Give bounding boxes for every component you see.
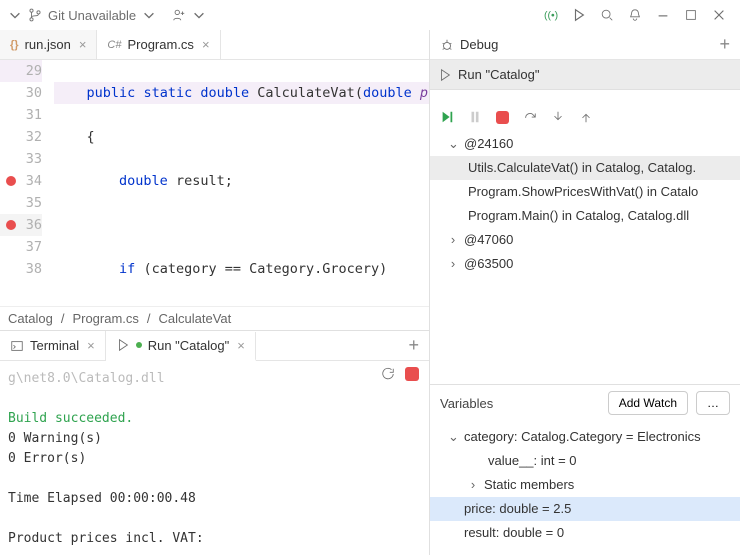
rerun-icon[interactable]: [381, 367, 395, 381]
stack-frame[interactable]: Program.Main() in Catalog, Catalog.dll: [430, 204, 740, 228]
variables-panel: ⌄category: Catalog.Category = Electronic…: [430, 421, 740, 555]
var-row[interactable]: ⌄category: Catalog.Category = Electronic…: [430, 425, 740, 449]
editor-tabs: {} run.json × C# Program.cs ×: [0, 30, 429, 60]
var-row[interactable]: price: double = 2.5: [430, 497, 740, 521]
breakpoint-icon[interactable]: [6, 220, 16, 230]
add-tab-button[interactable]: +: [709, 34, 740, 55]
tab-label: Program.cs: [127, 37, 193, 52]
step-into-icon[interactable]: [551, 110, 565, 124]
debug-run-config[interactable]: Run "Catalog": [430, 60, 740, 90]
run-icon: [438, 68, 452, 82]
tab-debug[interactable]: Debug: [430, 30, 508, 59]
svg-text:((•)): ((•)): [544, 10, 558, 22]
terminal-output[interactable]: g\net8.0\Catalog.dll Build succeeded. 0 …: [0, 361, 429, 555]
git-status-label: Git Unavailable: [48, 8, 136, 23]
close-icon[interactable]: ×: [202, 37, 210, 52]
add-tab-button[interactable]: +: [398, 335, 429, 356]
debug-toolbar: [430, 102, 740, 132]
close-icon[interactable]: [712, 8, 726, 22]
close-icon[interactable]: ×: [79, 37, 87, 52]
debug-tabs: Debug +: [430, 30, 740, 60]
code-area[interactable]: public static double CalculateVat(double…: [50, 60, 429, 306]
debug-icon: [440, 38, 454, 52]
terminal-icon: [10, 339, 24, 353]
chevron-down-icon[interactable]: [142, 8, 156, 22]
breakpoint-icon[interactable]: [6, 176, 16, 186]
git-branch-icon[interactable]: [28, 8, 42, 22]
code-editor[interactable]: 29 30 31 32 33 34 35 36 37 38 public sta…: [0, 60, 429, 306]
variables-header: Variables Add Watch …: [430, 384, 740, 421]
json-icon: {}: [10, 39, 19, 51]
add-user-icon[interactable]: [172, 8, 186, 22]
resume-button[interactable]: [440, 110, 454, 124]
var-row[interactable]: result: double = 0: [430, 521, 740, 545]
thread-group[interactable]: ⌄@24160: [430, 132, 740, 156]
stop-button[interactable]: [405, 367, 419, 381]
threads-panel: ⌄@24160 Utils.CalculateVat() in Catalog,…: [430, 132, 740, 286]
var-row[interactable]: value__: int = 0: [430, 449, 740, 473]
tab-program-cs[interactable]: C# Program.cs ×: [97, 30, 220, 59]
running-dot-icon: [136, 342, 142, 348]
step-out-icon[interactable]: [579, 110, 593, 124]
thread-group[interactable]: ›@47060: [430, 228, 740, 252]
gutter: 29 30 31 32 33 34 35 36 37 38: [0, 60, 50, 306]
close-icon[interactable]: ×: [87, 338, 95, 353]
tab-terminal[interactable]: Terminal ×: [0, 331, 106, 360]
run-icon: [116, 338, 130, 352]
stack-frame[interactable]: Program.ShowPricesWithVat() in Catalo: [430, 180, 740, 204]
thread-group[interactable]: ›@63500: [430, 252, 740, 276]
csharp-icon: C#: [107, 39, 121, 51]
tab-run-catalog[interactable]: Run "Catalog" ×: [106, 332, 256, 361]
search-icon[interactable]: [600, 8, 614, 22]
bell-icon[interactable]: [628, 8, 642, 22]
var-row[interactable]: ›Static members: [430, 473, 740, 497]
breadcrumb[interactable]: Catalog / Program.cs / CalculateVat: [0, 306, 429, 330]
bottom-tabs: Terminal × Run "Catalog" × +: [0, 331, 429, 361]
pause-button: [468, 110, 482, 124]
add-watch-button[interactable]: Add Watch: [608, 391, 688, 415]
chevron-down-icon[interactable]: [192, 8, 206, 22]
tab-run-json[interactable]: {} run.json ×: [0, 30, 97, 59]
maximize-icon[interactable]: [684, 8, 698, 22]
build-icon[interactable]: ((•)): [544, 8, 558, 22]
close-icon[interactable]: ×: [237, 338, 245, 353]
run-icon[interactable]: [572, 8, 586, 22]
tab-label: run.json: [25, 37, 71, 52]
step-over-icon[interactable]: [523, 110, 537, 124]
stack-frame[interactable]: Utils.CalculateVat() in Catalog, Catalog…: [430, 156, 740, 180]
more-button[interactable]: …: [696, 391, 730, 415]
minimize-icon[interactable]: [656, 8, 670, 22]
top-toolbar: Git Unavailable ((•)): [0, 0, 740, 30]
stop-button[interactable]: [496, 111, 509, 124]
chevron-down-icon[interactable]: [8, 8, 22, 22]
